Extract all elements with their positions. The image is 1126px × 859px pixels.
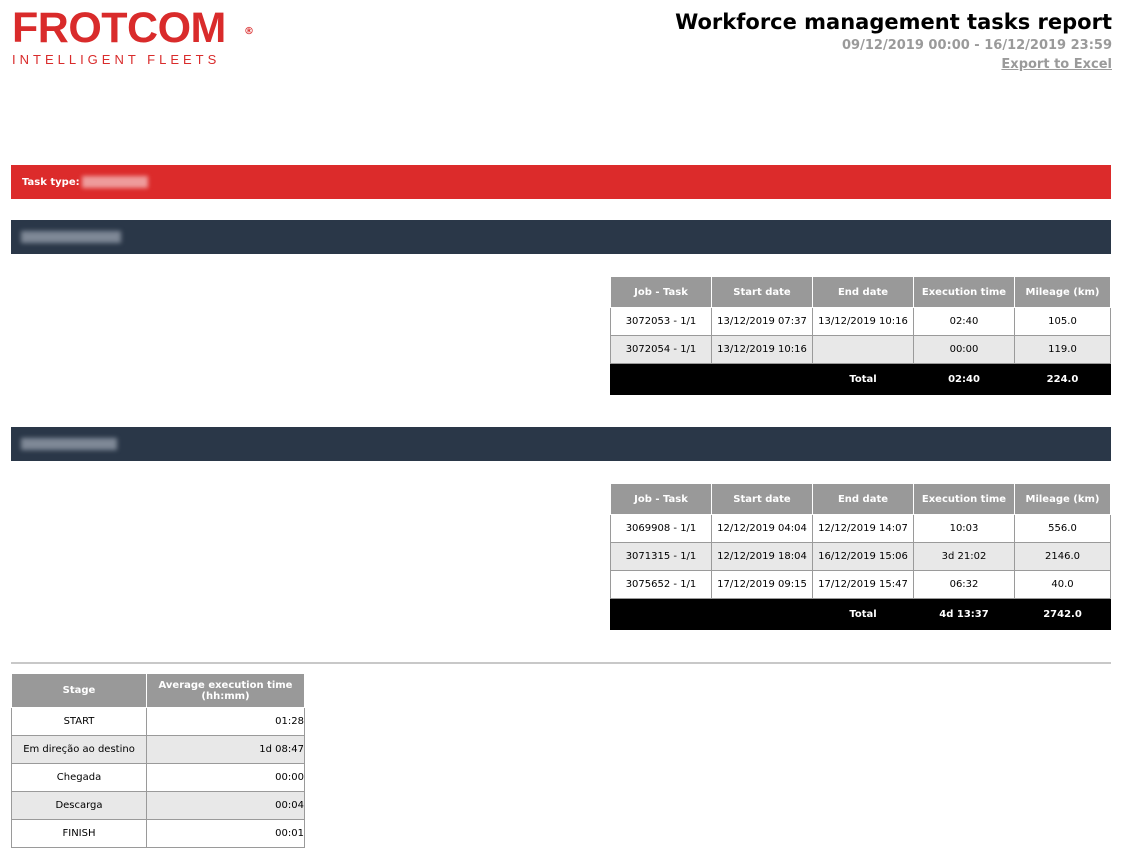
cell-mileage: 2146.0 [1014,542,1111,571]
jobs-table-1: Job - Task Start date End date Execution… [610,276,1111,395]
task-type-bar: Task type: [11,165,1111,199]
col-mileage: Mileage (km) [1014,483,1111,515]
group-header-2 [11,427,1111,461]
cell-mileage: 105.0 [1014,307,1111,336]
cell-stage: Em direção ao destino [11,735,147,764]
cell-mileage: 556.0 [1014,514,1111,543]
cell-mileage: 40.0 [1014,570,1111,599]
group-header-1 [11,220,1111,254]
table-row: Chegada 00:00 [11,763,305,792]
col-start-date: Start date [711,276,813,308]
table-row: FINISH 00:01 [11,819,305,848]
table-row: Descarga 00:04 [11,791,305,820]
col-stage: Stage [11,673,147,708]
table-row: 3072053 - 1/1 13/12/2019 07:37 13/12/201… [610,307,1111,336]
report-header: Workforce management tasks report 09/12/… [675,8,1112,72]
total-mileage: 2742.0 [1014,598,1111,630]
table-header-row: Job - Task Start date End date Execution… [610,483,1111,515]
cell-job-task: 3072053 - 1/1 [610,307,712,336]
col-execution-time: Execution time [913,276,1015,308]
cell-stage: START [11,707,147,736]
cell-empty [610,363,712,395]
col-job-task: Job - Task [610,276,712,308]
cell-mileage: 119.0 [1014,335,1111,364]
logo-name: FROTCOM [12,4,226,52]
cell-start-date: 17/12/2019 09:15 [711,570,813,599]
cell-end-date [812,335,914,364]
cell-start-date: 13/12/2019 07:37 [711,307,813,336]
cell-end-date: 13/12/2019 10:16 [812,307,914,336]
report-title: Workforce management tasks report [675,10,1112,34]
cell-job-task: 3075652 - 1/1 [610,570,712,599]
cell-empty [711,363,813,395]
cell-start-date: 13/12/2019 10:16 [711,335,813,364]
total-execution-time: 4d 13:37 [913,598,1015,630]
cell-avg-time: 00:04 [146,791,305,820]
cell-start-date: 12/12/2019 04:04 [711,514,813,543]
table-row: 3072054 - 1/1 13/12/2019 10:16 00:00 119… [610,335,1111,364]
table-row: 3069908 - 1/1 12/12/2019 04:04 12/12/201… [610,514,1111,543]
col-average-execution-time: Average execution time (hh:mm) [146,673,305,708]
stages-table: Stage Average execution time (hh:mm) STA… [11,673,305,848]
total-mileage: 224.0 [1014,363,1111,395]
report-date-range: 09/12/2019 00:00 - 16/12/2019 23:59 [842,38,1112,53]
logo-wordmark: FROTCOM ® [12,7,262,50]
total-label: Total [812,363,914,395]
col-job-task: Job - Task [610,483,712,515]
table-header-row: Stage Average execution time (hh:mm) [11,673,305,708]
cell-empty [711,598,813,630]
cell-end-date: 17/12/2019 15:47 [812,570,914,599]
cell-execution-time: 00:00 [913,335,1015,364]
cell-execution-time: 3d 21:02 [913,542,1015,571]
cell-avg-time: 00:01 [146,819,305,848]
cell-avg-time: 00:00 [146,763,305,792]
cell-stage: Descarga [11,791,147,820]
export-to-excel-link[interactable]: Export to Excel [1001,57,1112,72]
cell-start-date: 12/12/2019 18:04 [711,542,813,571]
cell-stage: Chegada [11,763,147,792]
col-end-date: End date [812,276,914,308]
section-divider [11,662,1111,664]
task-type-label: Task type: [22,176,80,188]
cell-execution-time: 10:03 [913,514,1015,543]
table-header-row: Job - Task Start date End date Execution… [610,276,1111,308]
col-mileage: Mileage (km) [1014,276,1111,308]
cell-end-date: 16/12/2019 15:06 [812,542,914,571]
cell-job-task: 3072054 - 1/1 [610,335,712,364]
cell-execution-time: 02:40 [913,307,1015,336]
col-end-date: End date [812,483,914,515]
cell-job-task: 3069908 - 1/1 [610,514,712,543]
table-row: START 01:28 [11,707,305,736]
cell-end-date: 12/12/2019 14:07 [812,514,914,543]
cell-job-task: 3071315 - 1/1 [610,542,712,571]
cell-avg-time: 1d 08:47 [146,735,305,764]
cell-execution-time: 06:32 [913,570,1015,599]
logo-tagline: INTELLIGENT FLEETS [12,52,221,67]
task-type-value-redacted [81,176,148,188]
registered-mark: ® [244,26,254,37]
col-execution-time: Execution time [913,483,1015,515]
total-execution-time: 02:40 [913,363,1015,395]
jobs-table-2: Job - Task Start date End date Execution… [610,483,1111,630]
frotcom-logo: FROTCOM ® INTELLIGENT FLEETS [12,7,262,68]
group-name-redacted [21,438,117,450]
cell-avg-time: 01:28 [146,707,305,736]
table-row: 3071315 - 1/1 12/12/2019 18:04 16/12/201… [610,542,1111,571]
col-start-date: Start date [711,483,813,515]
table-total-row: Total 4d 13:37 2742.0 [610,598,1111,630]
group-name-redacted [21,231,121,243]
table-total-row: Total 02:40 224.0 [610,363,1111,395]
cell-stage: FINISH [11,819,147,848]
total-label: Total [812,598,914,630]
table-row: 3075652 - 1/1 17/12/2019 09:15 17/12/201… [610,570,1111,599]
cell-empty [610,598,712,630]
table-row: Em direção ao destino 1d 08:47 [11,735,305,764]
